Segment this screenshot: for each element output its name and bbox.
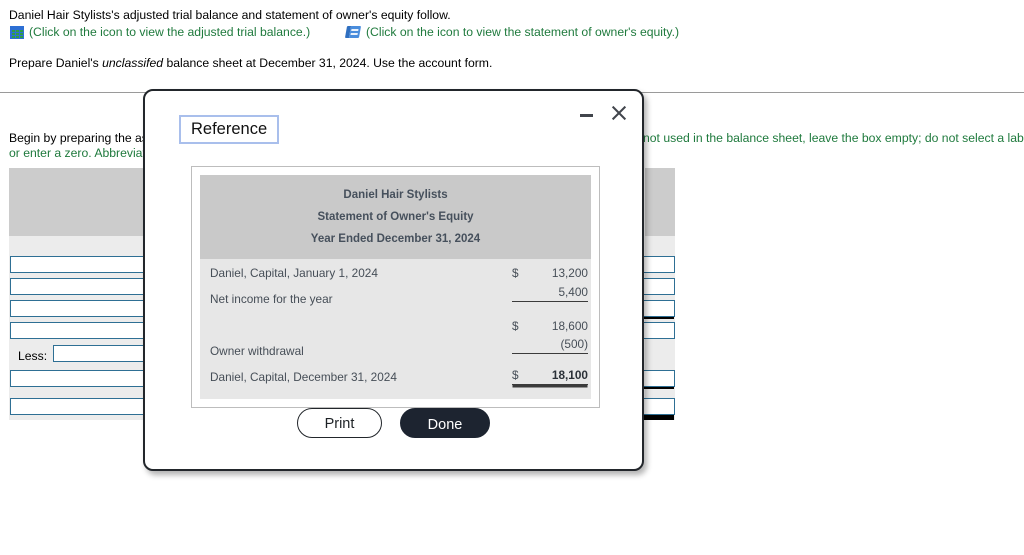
- window-controls: [578, 103, 628, 123]
- answer-input-l6[interactable]: [10, 370, 158, 387]
- row-label: Daniel, Capital, December 31, 2024: [210, 370, 397, 384]
- done-button[interactable]: Done: [400, 408, 490, 438]
- instruction-left-line1: Begin by preparing the ass: [9, 131, 154, 145]
- adjusted-trial-balance-link[interactable]: (Click on the icon to view the adjusted …: [10, 25, 310, 39]
- row-amount: $ 18,600: [512, 319, 588, 335]
- prompt-line-3: Prepare Daniel's unclassifed balance she…: [9, 56, 492, 70]
- statement-body: Daniel, Capital, January 1, 2024 $ 13,20…: [200, 259, 591, 399]
- row-value: 5,400: [558, 285, 588, 299]
- row-value: 13,200: [551, 266, 588, 280]
- prompt-line-3-part2: balance sheet at December 31, 2024. Use …: [163, 56, 493, 70]
- prompt-line-3-italic: unclassifed: [102, 56, 164, 70]
- answer-input-l3[interactable]: [10, 300, 158, 317]
- instruction-text-right: not used in the balance sheet, leave the…: [643, 131, 1024, 145]
- answer-input-l4[interactable]: [10, 322, 158, 339]
- balance-sheet-form-right: [630, 168, 675, 420]
- reference-modal: Reference Daniel Hair Stylists Statement…: [143, 89, 644, 471]
- spreadsheet-grid-icon[interactable]: [10, 25, 24, 39]
- statement-header: Daniel Hair Stylists Statement of Owner'…: [200, 175, 591, 259]
- minimize-icon[interactable]: [578, 103, 596, 123]
- form-header-band-left: [9, 168, 149, 236]
- statement-company-name: Daniel Hair Stylists: [343, 189, 448, 201]
- adjusted-trial-balance-link-label[interactable]: (Click on the icon to view the adjusted …: [29, 25, 310, 39]
- row-amount: (500): [512, 337, 588, 354]
- prompt-line-3-part1: Prepare Daniel's: [9, 56, 103, 70]
- owners-equity-statement-link-label[interactable]: (Click on the icon to view the statement…: [366, 25, 679, 39]
- row-label: Daniel, Capital, January 1, 2024: [210, 266, 378, 280]
- modal-button-bar: Print Done: [145, 408, 642, 438]
- statement-period: Year Ended December 31, 2024: [310, 233, 481, 245]
- form-header-band-right: [645, 168, 675, 236]
- instruction-text-left: Begin by preparing the ass or enter a ze…: [9, 131, 154, 161]
- print-button[interactable]: Print: [297, 408, 382, 438]
- book-icon[interactable]: [344, 25, 362, 39]
- row-value: 18,100: [551, 368, 588, 382]
- table-row: Daniel, Capital, December 31, 2024 $ 18,…: [200, 365, 591, 391]
- row-amount: $ 13,200: [512, 266, 588, 282]
- less-label: Less:: [18, 349, 48, 363]
- answer-input-l1[interactable]: [10, 256, 158, 273]
- owners-equity-statement-link[interactable]: (Click on the icon to view the statement…: [344, 25, 679, 39]
- answer-input-l7[interactable]: [10, 398, 158, 415]
- table-row: $ 18,600: [200, 313, 591, 339]
- modal-title: Reference: [179, 115, 280, 144]
- row-value: 18,600: [551, 319, 588, 333]
- owners-equity-statement-panel: Daniel Hair Stylists Statement of Owner'…: [191, 166, 600, 408]
- row-value: (500): [560, 337, 588, 351]
- prompt-line-1: Daniel Hair Stylists's adjusted trial ba…: [9, 8, 451, 22]
- row-amount: $ 18,100: [512, 368, 588, 385]
- answer-input-l2[interactable]: [10, 278, 158, 295]
- instruction-left-line2: or enter a zero. Abbreviati: [9, 146, 149, 160]
- table-row: Owner withdrawal (500): [200, 337, 591, 365]
- balance-sheet-form-left: Less:: [9, 168, 158, 420]
- row-label: Net income for the year: [210, 292, 333, 306]
- table-row: Daniel, Capital, January 1, 2024 $ 13,20…: [200, 261, 591, 287]
- table-row: Net income for the year 5,400: [200, 285, 591, 313]
- statement-title: Statement of Owner's Equity: [317, 211, 474, 223]
- row-label: Owner withdrawal: [210, 344, 304, 358]
- row-amount: 5,400: [512, 285, 588, 302]
- close-icon[interactable]: [610, 103, 628, 123]
